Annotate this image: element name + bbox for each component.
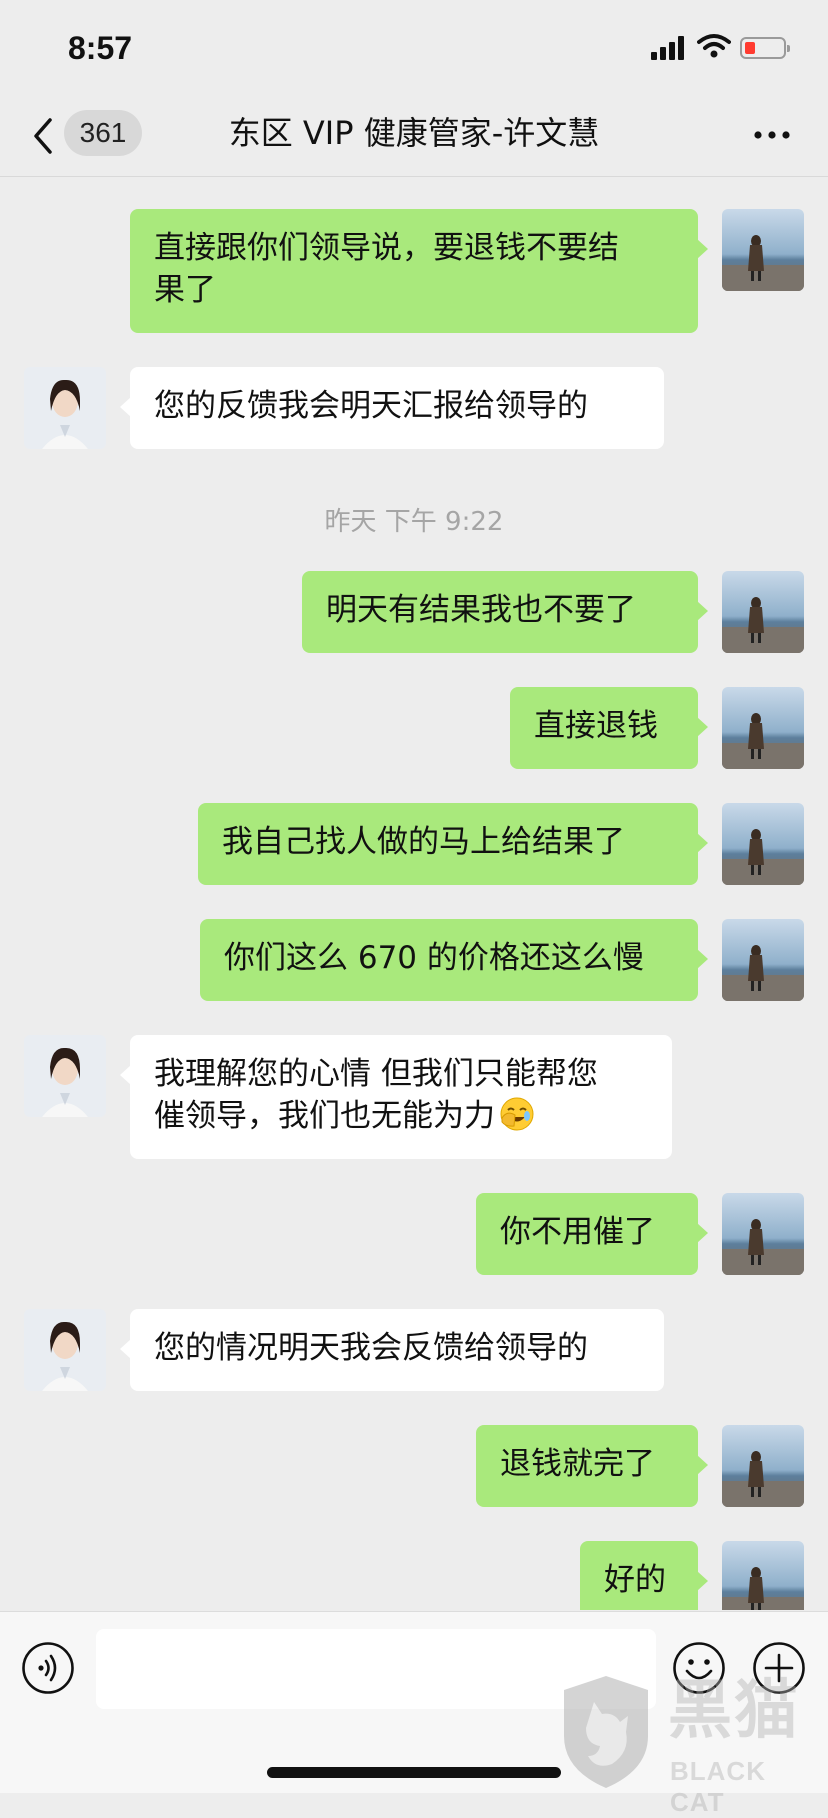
- outgoing-message-bubble[interactable]: 直接跟你们领导说，要退钱不要结 果了: [130, 209, 708, 333]
- cellular-signal-icon: [651, 36, 685, 60]
- message-text: 你们这么 670 的价格还这么慢: [224, 940, 644, 976]
- status-time: 8:57: [68, 30, 133, 66]
- message-text: 您的反馈我会明天汇报给领导的: [154, 388, 588, 424]
- my-avatar[interactable]: [722, 1193, 804, 1275]
- status-bar: 8:57: [0, 0, 828, 96]
- message-text: 我自己找人做的马上给结果了: [222, 824, 625, 860]
- message-timestamp: 昨天 下午 9:22: [324, 507, 504, 537]
- outgoing-message-bubble[interactable]: 直接退钱: [510, 687, 708, 769]
- message-text: 果了: [154, 272, 216, 308]
- back-chevron-icon[interactable]: [28, 114, 58, 158]
- message-text: 明天有结果我也不要了: [326, 592, 636, 628]
- contact-avatar[interactable]: [24, 1035, 106, 1117]
- message-text: 我理解您的心情 但我们只能帮您: [154, 1056, 598, 1092]
- message-text: 直接退钱: [534, 708, 658, 744]
- wifi-icon: [697, 34, 731, 58]
- unread-count-badge[interactable]: 361: [64, 110, 142, 156]
- outgoing-message-bubble[interactable]: 我自己找人做的马上给结果了: [198, 803, 708, 885]
- my-avatar[interactable]: [722, 687, 804, 769]
- outgoing-message-bubble[interactable]: 你们这么 670 的价格还这么慢: [200, 919, 708, 1001]
- incoming-message-bubble[interactable]: 您的反馈我会明天汇报给领导的: [120, 367, 664, 449]
- facepalm-emoji-icon: [500, 1097, 534, 1131]
- contact-avatar[interactable]: [24, 367, 106, 449]
- message-text: 您的情况明天我会反馈给领导的: [154, 1330, 588, 1366]
- my-avatar[interactable]: [722, 803, 804, 885]
- my-avatar[interactable]: [722, 919, 804, 1001]
- incoming-message-bubble[interactable]: 我理解您的心情 但我们只能帮您 催领导，我们也无能为力: [120, 1035, 672, 1159]
- black-cat-watermark: 黑猫 BLACK CAT: [556, 1672, 828, 1817]
- message-text: 催领导，我们也无能为力: [154, 1098, 495, 1134]
- my-avatar[interactable]: [722, 209, 804, 291]
- my-avatar[interactable]: [722, 1425, 804, 1507]
- incoming-message-bubble[interactable]: 您的情况明天我会反馈给领导的: [120, 1309, 664, 1391]
- chat-title: 东区 VIP 健康管家-许文慧: [228, 114, 600, 152]
- more-options-icon[interactable]: [752, 120, 792, 150]
- contact-avatar[interactable]: [24, 1309, 106, 1391]
- chat-header: 361 东区 VIP 健康管家-许文慧: [0, 96, 828, 177]
- outgoing-message-bubble[interactable]: 你不用催了: [476, 1193, 708, 1275]
- my-avatar[interactable]: [722, 571, 804, 653]
- black-cat-logo-icon: [564, 1676, 648, 1788]
- outgoing-message-bubble[interactable]: 好的: [580, 1541, 708, 1610]
- message-text: 你不用催了: [500, 1214, 655, 1250]
- message-text: 好的: [604, 1562, 666, 1598]
- watermark-text-cn: 黑猫: [668, 1674, 800, 1748]
- home-indicator[interactable]: [267, 1767, 561, 1778]
- message-text: 退钱就完了: [500, 1446, 655, 1482]
- message-text: 直接跟你们领导说，要退钱不要结: [154, 230, 619, 266]
- voice-icon[interactable]: [21, 1641, 75, 1695]
- message-list[interactable]: 直接跟你们领导说，要退钱不要结 果了 您的反馈我会明天汇报给领导的 昨天 下午 …: [0, 177, 828, 1610]
- outgoing-message-bubble[interactable]: 退钱就完了: [476, 1425, 708, 1507]
- battery-icon: [740, 37, 790, 59]
- watermark-text-en: BLACK CAT: [670, 1756, 766, 1817]
- outgoing-message-bubble[interactable]: 明天有结果我也不要了: [302, 571, 708, 653]
- my-avatar[interactable]: [722, 1541, 804, 1610]
